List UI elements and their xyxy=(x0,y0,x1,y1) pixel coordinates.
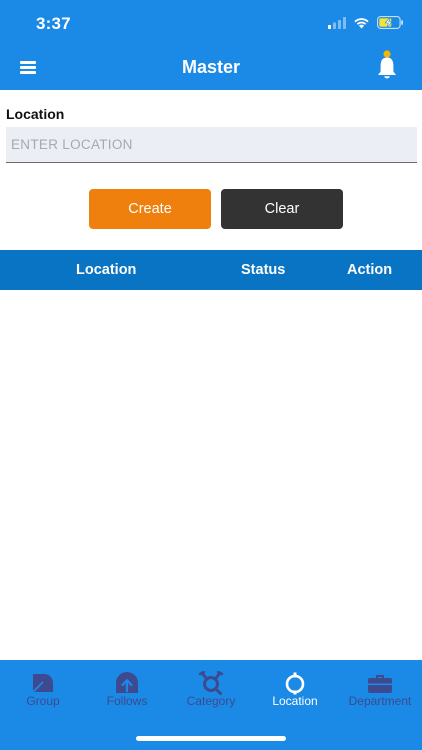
tab-label-category: Category xyxy=(186,694,236,708)
top-bar: 3:37 Master xyxy=(0,0,422,90)
status-bar: 3:37 xyxy=(0,0,422,46)
status-icons xyxy=(328,16,404,29)
tab-location[interactable]: Location xyxy=(253,660,337,716)
tab-label-follows: Follows xyxy=(106,694,148,708)
table-body xyxy=(0,290,422,660)
department-icon xyxy=(368,675,392,693)
cellular-signal-icon xyxy=(328,16,346,29)
tab-label-location: Location xyxy=(272,694,318,708)
wifi-icon xyxy=(354,17,369,28)
column-header-status: Status xyxy=(241,262,286,278)
status-time: 3:37 xyxy=(36,14,71,33)
tab-category[interactable]: Category xyxy=(169,660,253,716)
location-input[interactable] xyxy=(6,127,417,163)
create-button[interactable]: Create xyxy=(89,189,211,229)
group-icon xyxy=(32,674,54,693)
follows-icon xyxy=(116,672,138,693)
navbar: Master xyxy=(0,46,422,90)
page-title: Master xyxy=(181,57,241,77)
clear-button[interactable]: Clear xyxy=(221,189,343,229)
column-header-location: Location xyxy=(76,262,137,278)
tab-department[interactable]: Department xyxy=(338,660,422,716)
notification-button[interactable] xyxy=(374,48,400,82)
location-label: Location xyxy=(6,106,65,122)
battery-charging-icon xyxy=(377,16,403,29)
tab-label-department: Department xyxy=(348,694,412,708)
tab-follows[interactable]: Follows xyxy=(85,660,169,716)
tab-label-group: Group xyxy=(26,694,60,708)
category-icon xyxy=(198,671,224,695)
table-header: Location Status Action xyxy=(0,250,422,290)
bell-icon xyxy=(378,50,396,79)
master-screen: 3:37 Master Location ENTER LOCATION Crea… xyxy=(0,0,422,750)
tab-group[interactable]: Group xyxy=(1,660,85,716)
location-icon xyxy=(285,672,305,695)
home-indicator xyxy=(136,736,286,741)
column-header-action: Action xyxy=(347,262,393,278)
